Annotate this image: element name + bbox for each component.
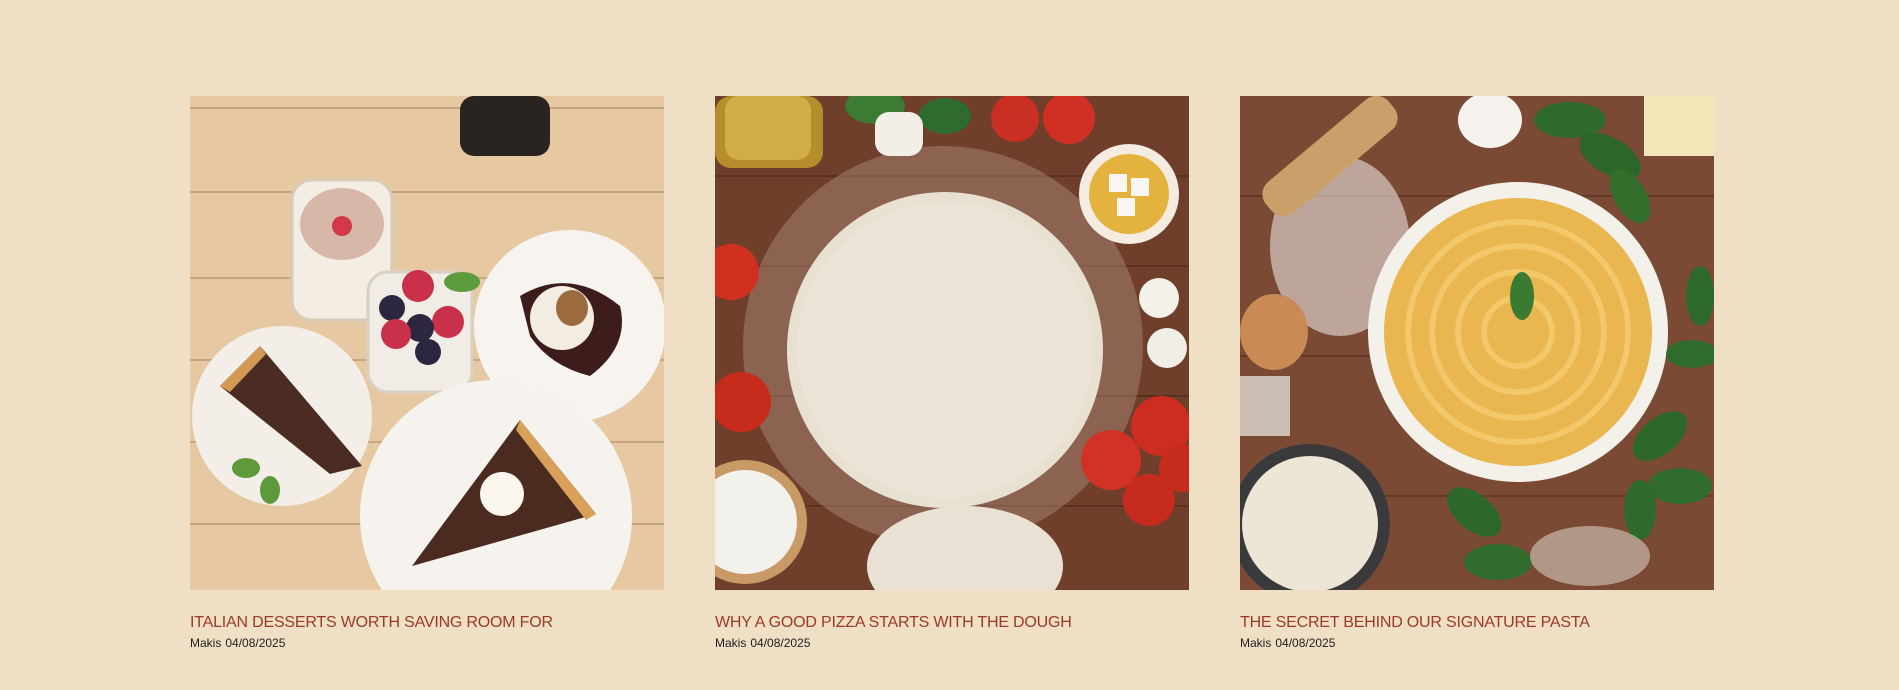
pasta-photo[interactable]	[1240, 96, 1714, 590]
post-meta: Makis 04/08/2025	[1240, 635, 1714, 651]
blog-post-grid: ITALIAN DESSERTS WORTH SAVING ROOM FOR M…	[190, 96, 1714, 651]
post-date: 04/08/2025	[225, 636, 286, 650]
post-author: Makis	[1240, 636, 1272, 650]
blog-card-pasta[interactable]: THE SECRET BEHIND OUR SIGNATURE PASTA Ma…	[1240, 96, 1714, 651]
pizza-dough-photo[interactable]	[715, 96, 1189, 590]
blog-card-pizza-dough[interactable]: WHY A GOOD PIZZA STARTS WITH THE DOUGH M…	[715, 96, 1189, 651]
blog-card-desserts[interactable]: ITALIAN DESSERTS WORTH SAVING ROOM FOR M…	[190, 96, 664, 651]
desserts-photo[interactable]	[190, 96, 664, 590]
post-meta: Makis 04/08/2025	[715, 635, 1189, 651]
post-title[interactable]: WHY A GOOD PIZZA STARTS WITH THE DOUGH	[715, 613, 1189, 633]
post-author: Makis	[715, 636, 747, 650]
post-author: Makis	[190, 636, 222, 650]
post-date: 04/08/2025	[1275, 636, 1336, 650]
post-meta: Makis 04/08/2025	[190, 635, 664, 651]
post-date: 04/08/2025	[750, 636, 811, 650]
post-title[interactable]: THE SECRET BEHIND OUR SIGNATURE PASTA	[1240, 613, 1714, 633]
post-title[interactable]: ITALIAN DESSERTS WORTH SAVING ROOM FOR	[190, 613, 664, 633]
